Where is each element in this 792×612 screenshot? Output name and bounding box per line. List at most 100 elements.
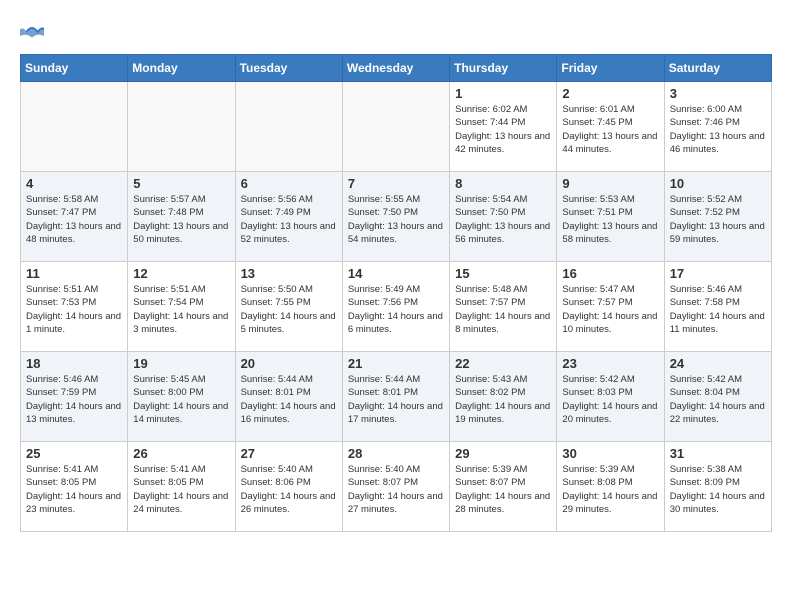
- calendar-day-cell: 15 Sunrise: 5:48 AMSunset: 7:57 PMDayligh…: [450, 262, 557, 352]
- day-number: 2: [562, 86, 658, 101]
- day-info: Sunrise: 5:55 AMSunset: 7:50 PMDaylight:…: [348, 193, 444, 246]
- weekday-header: Sunday: [21, 55, 128, 82]
- calendar-day-cell: 11 Sunrise: 5:51 AMSunset: 7:53 PMDayligh…: [21, 262, 128, 352]
- calendar-day-cell: [235, 82, 342, 172]
- day-number: 13: [241, 266, 337, 281]
- day-info: Sunrise: 5:47 AMSunset: 7:57 PMDaylight:…: [562, 283, 658, 336]
- day-info: Sunrise: 5:52 AMSunset: 7:52 PMDaylight:…: [670, 193, 766, 246]
- calendar-day-cell: 10 Sunrise: 5:52 AMSunset: 7:52 PMDayligh…: [664, 172, 771, 262]
- calendar-day-cell: 26 Sunrise: 5:41 AMSunset: 8:05 PMDayligh…: [128, 442, 235, 532]
- weekday-header-row: SundayMondayTuesdayWednesdayThursdayFrid…: [21, 55, 772, 82]
- calendar-day-cell: 16 Sunrise: 5:47 AMSunset: 7:57 PMDayligh…: [557, 262, 664, 352]
- day-info: Sunrise: 5:57 AMSunset: 7:48 PMDaylight:…: [133, 193, 229, 246]
- weekday-header: Saturday: [664, 55, 771, 82]
- calendar-day-cell: 22 Sunrise: 5:43 AMSunset: 8:02 PMDayligh…: [450, 352, 557, 442]
- calendar-day-cell: 12 Sunrise: 5:51 AMSunset: 7:54 PMDayligh…: [128, 262, 235, 352]
- day-number: 6: [241, 176, 337, 191]
- day-info: Sunrise: 5:41 AMSunset: 8:05 PMDaylight:…: [26, 463, 122, 516]
- calendar-day-cell: 3 Sunrise: 6:00 AMSunset: 7:46 PMDaylight…: [664, 82, 771, 172]
- day-info: Sunrise: 6:01 AMSunset: 7:45 PMDaylight:…: [562, 103, 658, 156]
- calendar-day-cell: 27 Sunrise: 5:40 AMSunset: 8:06 PMDayligh…: [235, 442, 342, 532]
- day-info: Sunrise: 5:48 AMSunset: 7:57 PMDaylight:…: [455, 283, 551, 336]
- day-info: Sunrise: 5:46 AMSunset: 7:59 PMDaylight:…: [26, 373, 122, 426]
- weekday-header: Monday: [128, 55, 235, 82]
- day-number: 26: [133, 446, 229, 461]
- day-number: 28: [348, 446, 444, 461]
- day-number: 9: [562, 176, 658, 191]
- day-info: Sunrise: 6:02 AMSunset: 7:44 PMDaylight:…: [455, 103, 551, 156]
- calendar-week-row: 4Sunrise: 5:58 AMSunset: 7:47 PMDaylight…: [21, 172, 772, 262]
- calendar-day-cell: 21 Sunrise: 5:44 AMSunset: 8:01 PMDayligh…: [342, 352, 449, 442]
- day-number: 16: [562, 266, 658, 281]
- calendar-day-cell: 24 Sunrise: 5:42 AMSunset: 8:04 PMDayligh…: [664, 352, 771, 442]
- day-number: 31: [670, 446, 766, 461]
- calendar-day-cell: 13Sunrise: 5:50 AMSunset: 7:55 PMDayligh…: [235, 262, 342, 352]
- day-info: Sunrise: 5:45 AMSunset: 8:00 PMDaylight:…: [133, 373, 229, 426]
- day-number: 11: [26, 266, 122, 281]
- calendar-week-row: 11 Sunrise: 5:51 AMSunset: 7:53 PMDayligh…: [21, 262, 772, 352]
- calendar-day-cell: 17Sunrise: 5:46 AMSunset: 7:58 PMDayligh…: [664, 262, 771, 352]
- day-number: 7: [348, 176, 444, 191]
- calendar-header: SundayMondayTuesdayWednesdayThursdayFrid…: [21, 55, 772, 82]
- day-number: 3: [670, 86, 766, 101]
- day-info: Sunrise: 5:39 AMSunset: 8:08 PMDaylight:…: [562, 463, 658, 516]
- day-number: 25: [26, 446, 122, 461]
- day-number: 27: [241, 446, 337, 461]
- calendar-day-cell: 31 Sunrise: 5:38 AMSunset: 8:09 PMDayligh…: [664, 442, 771, 532]
- day-info: Sunrise: 5:40 AMSunset: 8:07 PMDaylight:…: [348, 463, 444, 516]
- day-number: 20: [241, 356, 337, 371]
- calendar-day-cell: [342, 82, 449, 172]
- day-info: Sunrise: 5:39 AMSunset: 8:07 PMDaylight:…: [455, 463, 551, 516]
- day-info: Sunrise: 5:51 AMSunset: 7:53 PMDaylight:…: [26, 283, 122, 336]
- calendar-day-cell: 28 Sunrise: 5:40 AMSunset: 8:07 PMDayligh…: [342, 442, 449, 532]
- calendar-day-cell: [21, 82, 128, 172]
- day-info: Sunrise: 5:49 AMSunset: 7:56 PMDaylight:…: [348, 283, 444, 336]
- day-number: 23: [562, 356, 658, 371]
- day-number: 12: [133, 266, 229, 281]
- calendar-day-cell: 23 Sunrise: 5:42 AMSunset: 8:03 PMDayligh…: [557, 352, 664, 442]
- calendar-day-cell: 9Sunrise: 5:53 AMSunset: 7:51 PMDaylight…: [557, 172, 664, 262]
- day-number: 30: [562, 446, 658, 461]
- page-header: [20, 20, 772, 44]
- calendar-day-cell: 19 Sunrise: 5:45 AMSunset: 8:00 PMDayligh…: [128, 352, 235, 442]
- calendar-day-cell: 18 Sunrise: 5:46 AMSunset: 7:59 PMDayligh…: [21, 352, 128, 442]
- day-info: Sunrise: 5:38 AMSunset: 8:09 PMDaylight:…: [670, 463, 766, 516]
- day-number: 24: [670, 356, 766, 371]
- day-number: 21: [348, 356, 444, 371]
- day-info: Sunrise: 5:43 AMSunset: 8:02 PMDaylight:…: [455, 373, 551, 426]
- day-number: 22: [455, 356, 551, 371]
- day-info: Sunrise: 5:44 AMSunset: 8:01 PMDaylight:…: [348, 373, 444, 426]
- calendar-table: SundayMondayTuesdayWednesdayThursdayFrid…: [20, 54, 772, 532]
- day-number: 10: [670, 176, 766, 191]
- day-info: Sunrise: 5:42 AMSunset: 8:03 PMDaylight:…: [562, 373, 658, 426]
- day-info: Sunrise: 5:56 AMSunset: 7:49 PMDaylight:…: [241, 193, 337, 246]
- calendar-body: 1 Sunrise: 6:02 AMSunset: 7:44 PMDaylight…: [21, 82, 772, 532]
- day-number: 29: [455, 446, 551, 461]
- day-number: 5: [133, 176, 229, 191]
- day-info: Sunrise: 6:00 AMSunset: 7:46 PMDaylight:…: [670, 103, 766, 156]
- day-info: Sunrise: 5:54 AMSunset: 7:50 PMDaylight:…: [455, 193, 551, 246]
- calendar-day-cell: 29 Sunrise: 5:39 AMSunset: 8:07 PMDayligh…: [450, 442, 557, 532]
- day-number: 18: [26, 356, 122, 371]
- weekday-header: Friday: [557, 55, 664, 82]
- calendar-day-cell: 6 Sunrise: 5:56 AMSunset: 7:49 PMDaylight…: [235, 172, 342, 262]
- calendar-day-cell: 1 Sunrise: 6:02 AMSunset: 7:44 PMDaylight…: [450, 82, 557, 172]
- calendar-day-cell: 30 Sunrise: 5:39 AMSunset: 8:08 PMDayligh…: [557, 442, 664, 532]
- logo: [20, 20, 48, 44]
- calendar-day-cell: [128, 82, 235, 172]
- calendar-day-cell: 2 Sunrise: 6:01 AMSunset: 7:45 PMDaylight…: [557, 82, 664, 172]
- day-number: 4: [26, 176, 122, 191]
- day-info: Sunrise: 5:42 AMSunset: 8:04 PMDaylight:…: [670, 373, 766, 426]
- day-info: Sunrise: 5:41 AMSunset: 8:05 PMDaylight:…: [133, 463, 229, 516]
- day-number: 14: [348, 266, 444, 281]
- calendar-week-row: 18 Sunrise: 5:46 AMSunset: 7:59 PMDayligh…: [21, 352, 772, 442]
- weekday-header: Wednesday: [342, 55, 449, 82]
- day-info: Sunrise: 5:40 AMSunset: 8:06 PMDaylight:…: [241, 463, 337, 516]
- day-number: 19: [133, 356, 229, 371]
- day-number: 1: [455, 86, 551, 101]
- day-number: 15: [455, 266, 551, 281]
- calendar-day-cell: 20 Sunrise: 5:44 AMSunset: 8:01 PMDayligh…: [235, 352, 342, 442]
- day-info: Sunrise: 5:51 AMSunset: 7:54 PMDaylight:…: [133, 283, 229, 336]
- day-info: Sunrise: 5:44 AMSunset: 8:01 PMDaylight:…: [241, 373, 337, 426]
- calendar-week-row: 1 Sunrise: 6:02 AMSunset: 7:44 PMDaylight…: [21, 82, 772, 172]
